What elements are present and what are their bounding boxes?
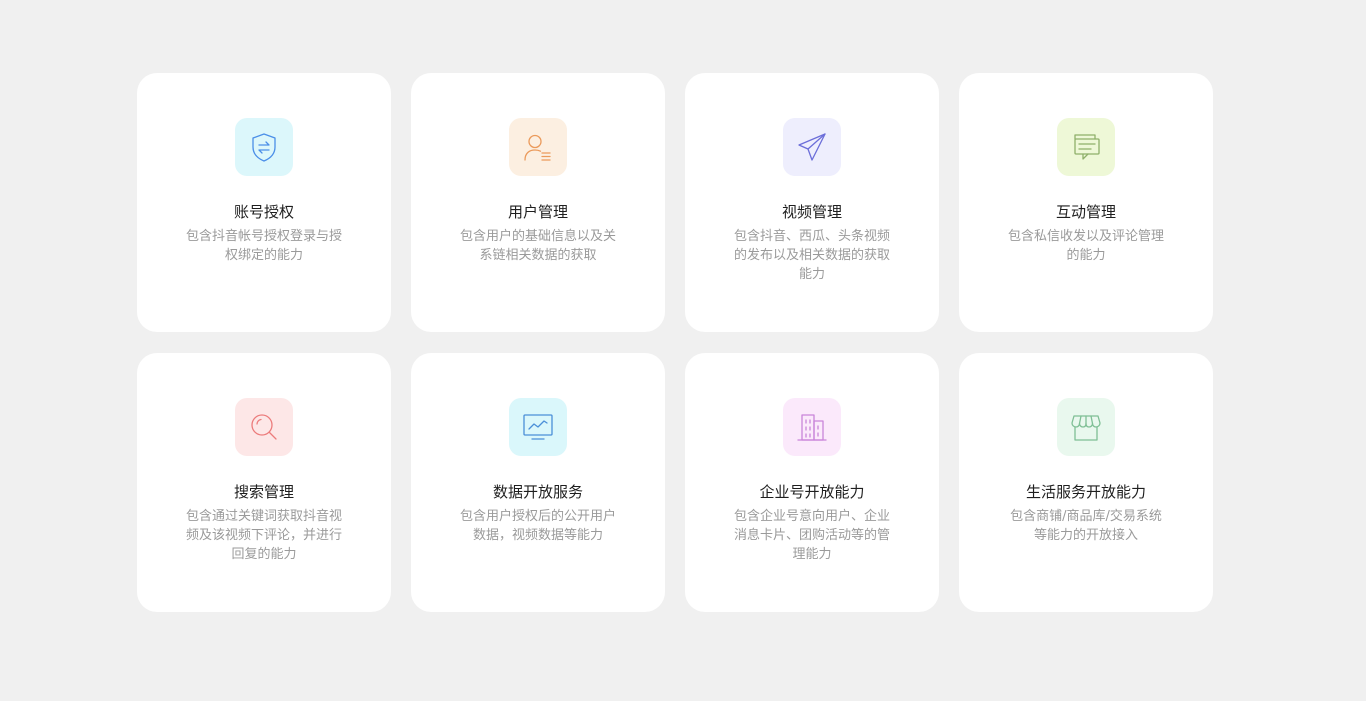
card-title: 账号授权 <box>233 203 294 221</box>
card-description: 包含用户的基础信息以及关系链相关数据的获取 <box>459 229 616 263</box>
card-description: 包含企业号意向用户、企业消息卡片、团购活动等的管理能力 <box>733 509 890 562</box>
card-account-authorization[interactable]: 账号授权 包含抖音帐号授权登录与授权绑定的能力 <box>137 73 391 332</box>
card-video-management[interactable]: 视频管理 包含抖音、西瓜、头条视频的发布以及相关数据的获取能力 <box>685 73 939 332</box>
card-icon-box <box>509 118 567 176</box>
card-icon-box <box>235 118 293 176</box>
card-icon-box <box>783 398 841 456</box>
card-description: 包含商铺/商品库/交易系统等能力的开放接入 <box>1010 509 1162 543</box>
paper-plane-icon <box>798 133 826 161</box>
card-title: 搜索管理 <box>233 483 294 501</box>
card-data-open-service[interactable]: 数据开放服务 包含用户授权后的公开用户数据，视频数据等能力 <box>411 353 665 612</box>
user-list-icon <box>524 134 551 161</box>
search-icon <box>251 414 277 440</box>
card-description: 包含用户授权后的公开用户数据，视频数据等能力 <box>459 509 616 543</box>
card-title: 数据开放服务 <box>492 483 583 501</box>
card-icon-box <box>783 118 841 176</box>
card-icon-box <box>1057 118 1115 176</box>
monitor-chart-icon <box>523 414 553 440</box>
card-description: 包含通过关键词获取抖音视频及该视频下评论，并进行回复的能力 <box>185 509 342 562</box>
card-icon-box <box>235 398 293 456</box>
card-user-management[interactable]: 用户管理 包含用户的基础信息以及关系链相关数据的获取 <box>411 73 665 332</box>
chat-messages-icon <box>1074 134 1100 160</box>
card-local-life-service[interactable]: 生活服务开放能力 包含商铺/商品库/交易系统等能力的开放接入 <box>959 353 1213 612</box>
card-description: 包含抖音、西瓜、头条视频的发布以及相关数据的获取能力 <box>733 229 890 282</box>
card-enterprise-capability[interactable]: 企业号开放能力 包含企业号意向用户、企业消息卡片、团购活动等的管理能力 <box>685 353 939 612</box>
card-description: 包含私信收发以及评论管理的能力 <box>1007 229 1164 263</box>
capability-grid: 账号授权 包含抖音帐号授权登录与授权绑定的能力 用户管理 包含用户的基础信息以及… <box>137 73 1213 612</box>
card-title: 视频管理 <box>781 203 842 221</box>
building-icon <box>797 414 827 441</box>
card-title: 企业号开放能力 <box>759 483 865 501</box>
card-icon-box <box>1057 398 1115 456</box>
storefront-icon <box>1071 415 1101 441</box>
card-title: 生活服务开放能力 <box>1025 483 1146 501</box>
card-title: 用户管理 <box>507 203 568 221</box>
shield-swap-icon <box>252 133 276 162</box>
card-icon-box <box>509 398 567 456</box>
card-description: 包含抖音帐号授权登录与授权绑定的能力 <box>185 229 342 263</box>
card-title: 互动管理 <box>1055 203 1116 221</box>
card-interaction-management[interactable]: 互动管理 包含私信收发以及评论管理的能力 <box>959 73 1213 332</box>
card-search-management[interactable]: 搜索管理 包含通过关键词获取抖音视频及该视频下评论，并进行回复的能力 <box>137 353 391 612</box>
